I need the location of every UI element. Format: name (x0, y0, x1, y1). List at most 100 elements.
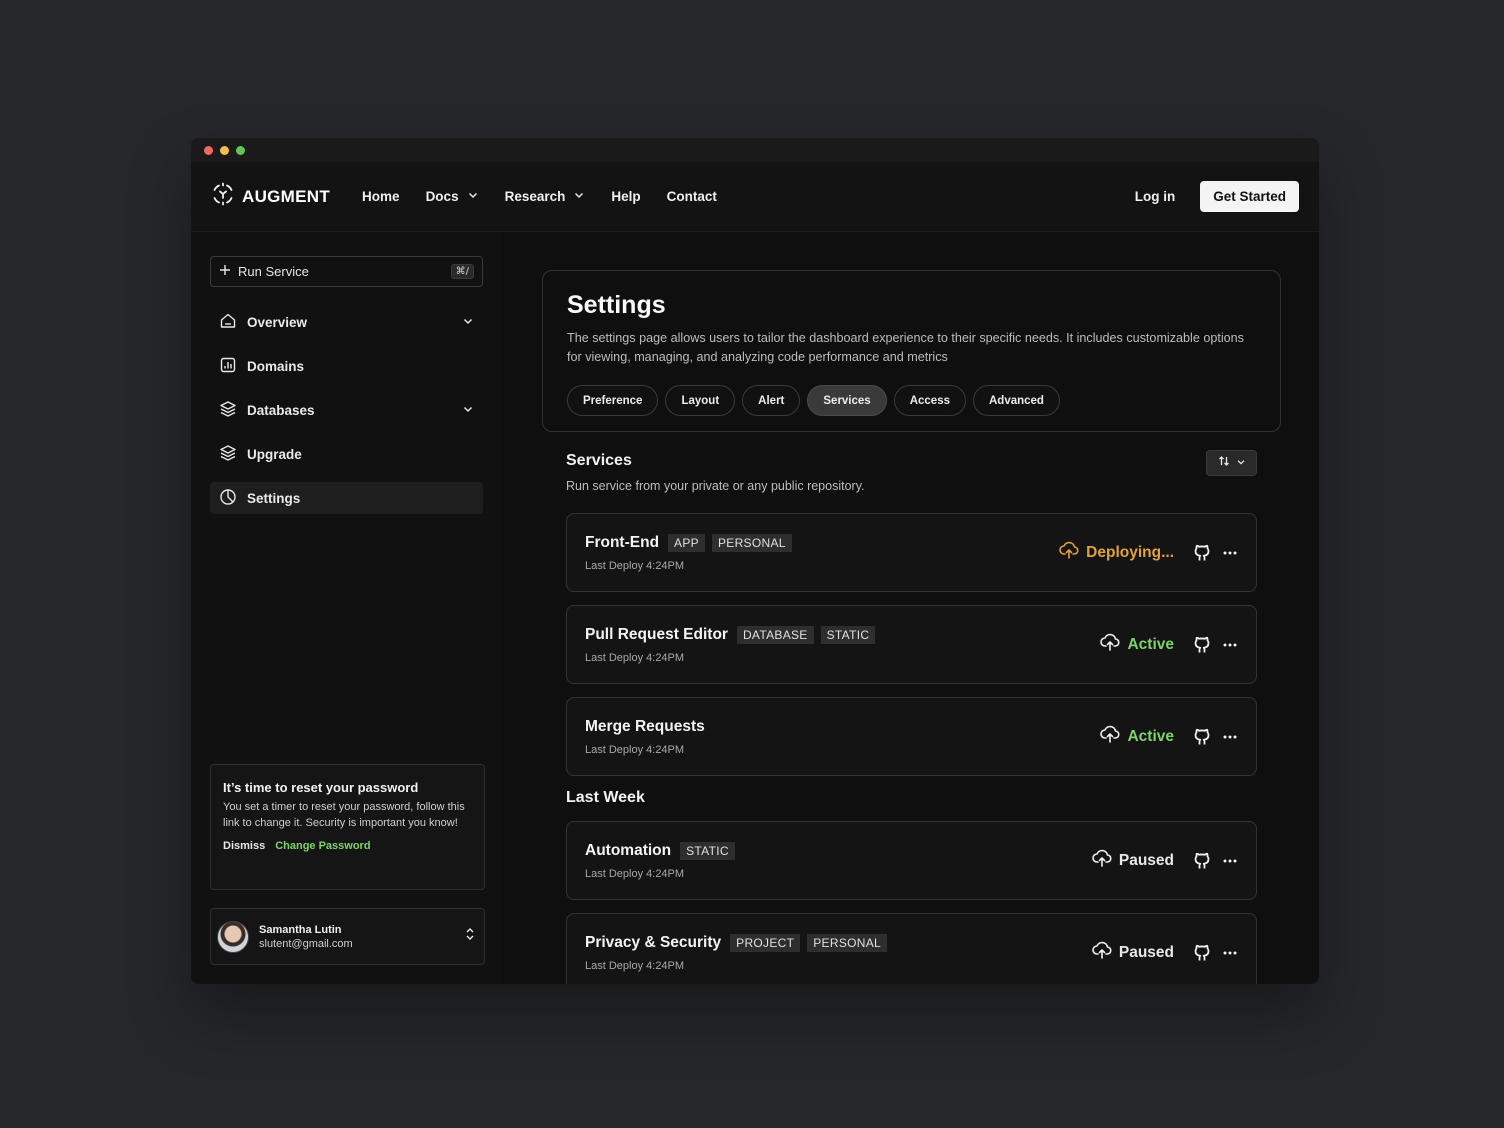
sidebar-menu: Overview Domains Databases Upgrade Setti… (210, 306, 483, 514)
user-info: Samantha Lutin slutent@gmail.com (259, 924, 353, 950)
service-last-deploy: Last Deploy 4:24PM (585, 959, 685, 972)
tab-preference[interactable]: Preference (567, 385, 659, 416)
service-status-label: Paused (1118, 943, 1174, 961)
minimize-window-button[interactable] (220, 145, 229, 155)
service-last-deploy: Last Deploy 4:24PM (585, 867, 685, 880)
nav-docs[interactable]: Docs (426, 189, 479, 204)
service-card-pull-request-editor[interactable]: Pull Request Editor DATABASE STATIC Last… (566, 605, 1257, 684)
nav-home[interactable]: Home (362, 189, 400, 204)
app-window: AUGMENT Home Docs Research Help Contact … (191, 138, 1319, 984)
service-name: Merge Requests (585, 717, 705, 735)
service-last-deploy: Last Deploy 4:24PM (585, 651, 685, 664)
more-options-icon[interactable] (1222, 853, 1238, 869)
service-status: Paused (1092, 849, 1174, 872)
service-actions: Deploying... (1059, 541, 1238, 564)
service-card-front-end[interactable]: Front-End APP PERSONAL Last Deploy 4:24P… (566, 513, 1257, 592)
service-status: Active (1100, 725, 1174, 748)
service-actions: Active (1100, 725, 1238, 748)
service-actions: Paused (1092, 941, 1238, 964)
services-subtitle: Run service from your private or any pub… (566, 479, 865, 493)
service-status: Paused (1092, 941, 1174, 964)
plus-icon (219, 264, 231, 279)
service-status-label: Paused (1118, 851, 1174, 869)
settings-tabs: Preference Layout Alert Services Access … (567, 385, 1256, 416)
change-password-link[interactable]: Change Password (275, 840, 370, 852)
window-titlebar (191, 138, 1319, 162)
pie-chart-icon (219, 488, 237, 509)
close-window-button[interactable] (204, 145, 213, 155)
notice-text: You set a timer to reset your password, … (223, 801, 465, 829)
cloud-upload-icon (1092, 849, 1112, 872)
service-title-row: Pull Request Editor DATABASE STATIC (585, 625, 876, 644)
service-actions: Active (1100, 633, 1238, 656)
chevron-down-icon[interactable] (462, 403, 474, 418)
dismiss-link[interactable]: Dismiss (223, 840, 265, 852)
chevron-up-down-icon (464, 927, 476, 946)
github-icon[interactable] (1192, 851, 1212, 871)
nav-research[interactable]: Research (505, 189, 586, 204)
service-actions: Paused (1092, 849, 1238, 872)
tab-alert[interactable]: Alert (742, 385, 801, 416)
services-title: Services (566, 452, 632, 469)
sidebar-item-settings[interactable]: Settings (210, 482, 483, 514)
nav-contact[interactable]: Contact (667, 189, 717, 204)
top-navigation: AUGMENT Home Docs Research Help Contact … (191, 162, 1319, 232)
notice-actions: Dismiss Change Password (223, 840, 472, 852)
service-info: Automation STATIC Last Deploy 4:24PM (585, 841, 735, 880)
sidebar-item-databases[interactable]: Databases (210, 394, 483, 426)
tab-services[interactable]: Services (807, 385, 887, 416)
layers-icon (219, 444, 237, 465)
nav-docs-label: Docs (425, 189, 459, 204)
service-card-privacy-security[interactable]: Privacy & Security PROJECT PERSONAL Last… (566, 913, 1257, 984)
home-icon (219, 312, 237, 333)
nav-links: Home Docs Research Help Contact (362, 189, 717, 204)
more-options-icon[interactable] (1222, 637, 1238, 653)
github-icon[interactable] (1192, 727, 1212, 747)
run-service-button[interactable]: Run Service ⌘/ (210, 256, 483, 287)
more-options-icon[interactable] (1222, 729, 1238, 745)
sort-button[interactable] (1206, 450, 1257, 476)
sidebar-item-upgrade[interactable]: Upgrade (210, 438, 483, 470)
service-tag: DATABASE (736, 625, 814, 644)
service-title-row: Automation STATIC (585, 841, 735, 860)
more-options-icon[interactable] (1222, 945, 1238, 961)
service-card-automation[interactable]: Automation STATIC Last Deploy 4:24PM Pau… (566, 821, 1257, 900)
sidebar-item-domains[interactable]: Domains (210, 350, 483, 382)
tab-layout[interactable]: Layout (665, 385, 736, 416)
nav-help[interactable]: Help (611, 189, 640, 204)
brand-logo[interactable]: AUGMENT (211, 182, 330, 211)
user-name: Samantha Lutin (259, 923, 342, 936)
login-link[interactable]: Log in (1135, 189, 1176, 204)
sidebar-item-label: Overview (247, 314, 308, 330)
service-tag: STATIC (820, 625, 876, 644)
run-service-label: Run Service (238, 264, 309, 279)
get-started-button[interactable]: Get Started (1200, 181, 1299, 212)
brand-name: AUGMENT (242, 186, 331, 206)
service-name: Front-End (585, 533, 660, 551)
sidebar-item-overview[interactable]: Overview (210, 306, 483, 338)
more-options-icon[interactable] (1222, 545, 1238, 561)
service-info: Merge Requests Last Deploy 4:24PM (585, 718, 707, 756)
service-status-label: Deploying... (1086, 543, 1174, 561)
cloud-upload-icon (1100, 725, 1121, 748)
service-name: Pull Request Editor (585, 625, 728, 643)
maximize-window-button[interactable] (236, 145, 245, 155)
service-title-row: Front-End APP PERSONAL (585, 533, 792, 552)
sidebar: Run Service ⌘/ Overview Domains Database… (191, 232, 501, 984)
service-card-merge-requests[interactable]: Merge Requests Last Deploy 4:24PM Active (566, 697, 1257, 776)
github-icon[interactable] (1192, 543, 1212, 563)
tab-access[interactable]: Access (893, 385, 966, 416)
github-icon[interactable] (1192, 943, 1212, 963)
chevron-down-icon (467, 189, 479, 204)
service-info: Pull Request Editor DATABASE STATIC Last… (585, 625, 876, 664)
user-account-switcher[interactable]: Samantha Lutin slutent@gmail.com (210, 908, 485, 965)
services-list: Front-End APP PERSONAL Last Deploy 4:24P… (542, 513, 1281, 984)
tab-advanced[interactable]: Advanced (973, 385, 1060, 416)
service-tag: STATIC (680, 841, 735, 860)
chevron-down-icon[interactable] (462, 315, 474, 330)
sidebar-item-label: Upgrade (247, 446, 302, 462)
cloud-upload-icon (1059, 541, 1079, 564)
github-icon[interactable] (1192, 635, 1212, 655)
service-tag: PERSONAL (711, 533, 792, 552)
service-tag: PERSONAL (807, 933, 888, 952)
